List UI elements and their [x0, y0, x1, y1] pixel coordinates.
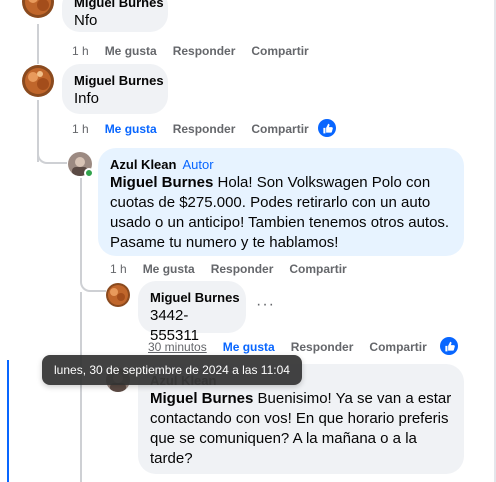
comment-timestamp[interactable]: 1 h: [72, 122, 89, 136]
comment-actions: 1 h Me gusta Responder Compartir: [72, 122, 325, 136]
comment-text: Info: [74, 90, 100, 107]
thread-line: [37, 24, 39, 64]
share-button[interactable]: Compartir: [251, 122, 308, 136]
comment-text: Nfo: [74, 12, 98, 29]
thread-curve: [37, 140, 67, 164]
reply-actions: 30 minutos Me gusta Responder Compartir: [148, 340, 443, 354]
ellipsis-icon[interactable]: ···: [256, 296, 275, 314]
like-button[interactable]: Me gusta: [143, 262, 195, 276]
reply-button[interactable]: Responder: [291, 340, 354, 354]
thread-curve: [80, 270, 106, 292]
reply-bubble: Miguel Burnes 3442-555311: [138, 281, 246, 344]
thread-line: [80, 292, 82, 482]
online-status-icon: [84, 168, 94, 178]
share-button[interactable]: Compartir: [369, 340, 426, 354]
like-button[interactable]: Me gusta: [105, 44, 157, 58]
reply-text: Miguel Burnes Buenisimo! Ya se van a est…: [150, 389, 452, 469]
mention-link[interactable]: Miguel Burnes: [110, 174, 213, 191]
reply-text: Miguel Burnes Hola! Son Volkswagen Polo …: [110, 173, 452, 253]
avatar[interactable]: [106, 283, 130, 307]
comment-bubble: Miguel Burnes Info: [62, 64, 168, 114]
thumbs-up-icon[interactable]: [440, 337, 458, 355]
avatar[interactable]: [22, 65, 54, 97]
like-button[interactable]: Me gusta: [223, 340, 275, 354]
avatar[interactable]: [22, 0, 54, 18]
reply-button[interactable]: Responder: [173, 44, 236, 58]
like-button[interactable]: Me gusta: [105, 122, 157, 136]
reply-timestamp[interactable]: 30 minutos: [148, 340, 207, 354]
reply-button[interactable]: Responder: [173, 122, 236, 136]
comment-author[interactable]: Miguel Burnes: [74, 72, 164, 89]
author-badge: Autor: [182, 157, 214, 172]
reply-author-name[interactable]: Azul Klean: [110, 157, 176, 172]
mention-link[interactable]: Miguel Burnes: [150, 390, 253, 407]
share-button[interactable]: Compartir: [289, 262, 346, 276]
reply-bubble: Azul Klean Autor Miguel Burnes Hola! Son …: [98, 148, 464, 256]
timestamp-tooltip: lunes, 30 de septiembre de 2024 a las 11…: [42, 355, 302, 385]
comment-actions: 1 h Me gusta Responder Compartir: [72, 44, 325, 58]
focus-indicator: [7, 360, 9, 482]
comment-timestamp[interactable]: 1 h: [72, 44, 89, 58]
reply-button[interactable]: Responder: [211, 262, 274, 276]
reply-timestamp[interactable]: 1 h: [110, 262, 127, 276]
comment-bubble: Miguel Burnes Nfo: [62, 0, 168, 32]
reply-author: Azul Klean Autor: [110, 156, 452, 173]
reply-actions: 1 h Me gusta Responder Compartir: [110, 262, 363, 276]
thumbs-up-icon[interactable]: [318, 119, 336, 137]
thread-line: [80, 178, 82, 270]
reply-author[interactable]: Miguel Burnes: [150, 289, 240, 306]
share-button[interactable]: Compartir: [251, 44, 308, 58]
comment-author[interactable]: Miguel Burnes: [74, 0, 164, 11]
